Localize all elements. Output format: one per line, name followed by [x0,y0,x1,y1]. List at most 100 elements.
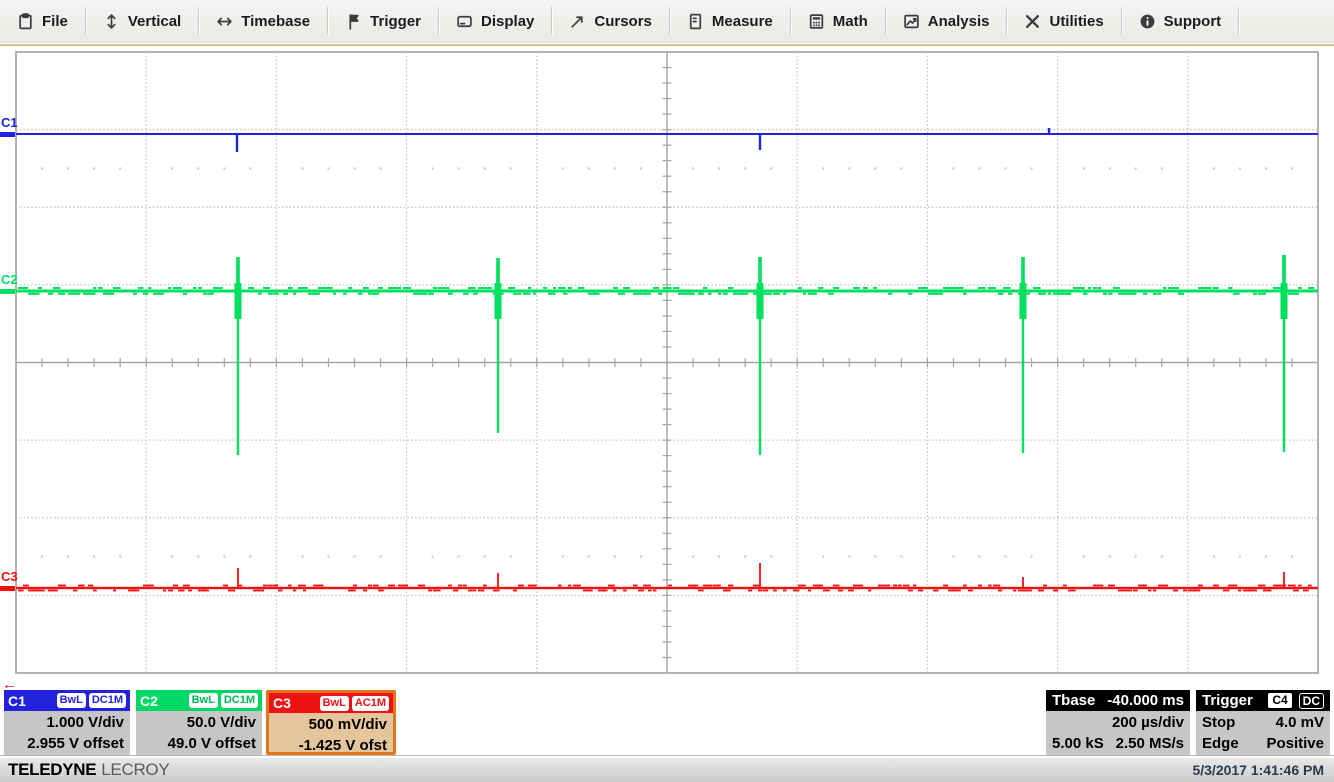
menu-math[interactable]: Math [791,0,885,42]
c3-noise [398,585,404,587]
menu-trigger[interactable]: Trigger [328,0,438,42]
c3-noise [623,590,627,592]
c3-offset-marker[interactable] [0,586,15,591]
c3-noise [1018,590,1025,592]
c2-offset-marker[interactable] [0,289,15,294]
c3-noise [178,590,185,592]
c3-noise [613,590,616,592]
trigger-header: Trigger C4 DC [1196,690,1330,711]
grid-minor-dot [952,167,954,169]
menu-measure[interactable]: Measure [670,0,790,42]
c1-trace[interactable] [16,133,1318,135]
offset-value: 2.955 V offset [8,733,124,754]
menu-vertical[interactable]: Vertical [86,0,198,42]
coupling-badge: DC1M [89,693,126,708]
channel-descriptor-c1[interactable]: C1 BwL DC1M 1.000 V/div 2.955 V offset [4,690,130,755]
c2-noise [483,287,488,289]
grid-minor-dot [770,556,772,558]
menu-display[interactable]: Display [439,0,551,42]
c3-noise [1128,590,1132,592]
c2-spike [757,283,764,319]
c2-noise [1153,293,1158,295]
grid-minor-dot [171,556,173,558]
c2-noise [1093,287,1097,289]
c3-spike [497,573,499,588]
grid-minor-dot [301,167,303,169]
timebase-descriptor[interactable]: Tbase -40.000 ms 200 µs/div 5.00 kS2.50 … [1046,690,1190,755]
c2-noise [718,293,721,295]
menu-support[interactable]: Support [1122,0,1239,42]
c3-label[interactable]: C3 [1,569,18,584]
c2-noise [528,287,531,289]
c3-noise [1253,590,1257,592]
menu-cursors[interactable]: Cursors [552,0,669,42]
waveform-display: C1C2C3← [0,0,1334,782]
c3-noise [478,590,484,592]
c3-trace[interactable] [16,587,1318,589]
channel-descriptor-c3[interactable]: C3 BwL AC1M 500 mV/div -1.425 V ofst [266,690,396,755]
c3-noise [1308,585,1312,587]
trigger-descriptor[interactable]: Trigger C4 DC Stop4.0 mV EdgePositive [1196,690,1330,755]
c2-noise [998,293,1004,295]
menu-utilities[interactable]: Utilities [1007,0,1120,42]
c3-noise [1273,585,1280,587]
grid-minor-dot [93,556,95,558]
grid-minor-dot [1005,556,1007,558]
c3-noise [1143,585,1147,587]
c2-noise [18,287,24,289]
c2-spike [236,257,240,291]
c1-label[interactable]: C1 [1,115,18,130]
c3-noise [143,585,150,587]
c3-noise [1223,590,1229,592]
c3-noise [773,590,777,592]
channel-descriptor-c2[interactable]: C2 BwL DC1M 50.0 V/div 49.0 V offset [136,690,262,755]
c3-noise [988,585,992,587]
c2-noise [658,293,662,295]
c3-noise [633,585,638,587]
c3-noise [288,585,292,587]
grid-minor-dot [640,556,642,558]
trigger-settings: Stop4.0 mV EdgePositive [1196,711,1330,755]
c2-noise [1253,293,1257,295]
c3-noise [858,585,863,587]
c2-noise [593,293,600,295]
c2-trace[interactable] [16,290,1318,293]
menu-analysis[interactable]: Analysis [886,0,1007,42]
c2-spike [758,257,762,291]
grid-minor-dot [432,556,434,558]
c3-spike [1022,577,1024,588]
menu-label: Analysis [928,13,990,30]
c3-noise [968,590,973,592]
c3-noise [403,585,408,587]
c3-noise [1233,585,1237,587]
c1-offset-marker[interactable] [0,132,15,137]
c2-noise [413,293,418,295]
c2-noise [773,293,780,295]
c2-noise [668,287,672,289]
c2-noise [263,287,270,289]
c2-label[interactable]: C2 [1,272,18,287]
c3-noise [223,585,228,587]
menu-timebase[interactable]: Timebase [199,0,327,42]
c3-noise [1303,590,1309,592]
c2-noise [428,293,434,295]
menu-file[interactable]: File [0,0,85,42]
c2-noise [1178,293,1184,295]
toolbar-accent-divider [0,44,1334,46]
c2-noise [88,293,96,295]
grid-minor-dot [484,167,486,169]
bandwidth-limit-badge: BwL [320,696,349,711]
c3-noise [48,590,54,592]
c3-noise [758,590,763,592]
coupling-badge: DC1M [221,693,258,708]
c3-noise [33,590,40,592]
c2-noise [558,287,566,289]
c3-noise [93,590,97,592]
c3-noise [188,590,192,592]
c3-noise [1133,590,1138,592]
grid-minor-dot [327,556,329,558]
channel-id: C1 [8,693,26,709]
c2-noise [1173,287,1179,289]
c2-noise [618,293,625,295]
grid-minor-dot [900,167,902,169]
